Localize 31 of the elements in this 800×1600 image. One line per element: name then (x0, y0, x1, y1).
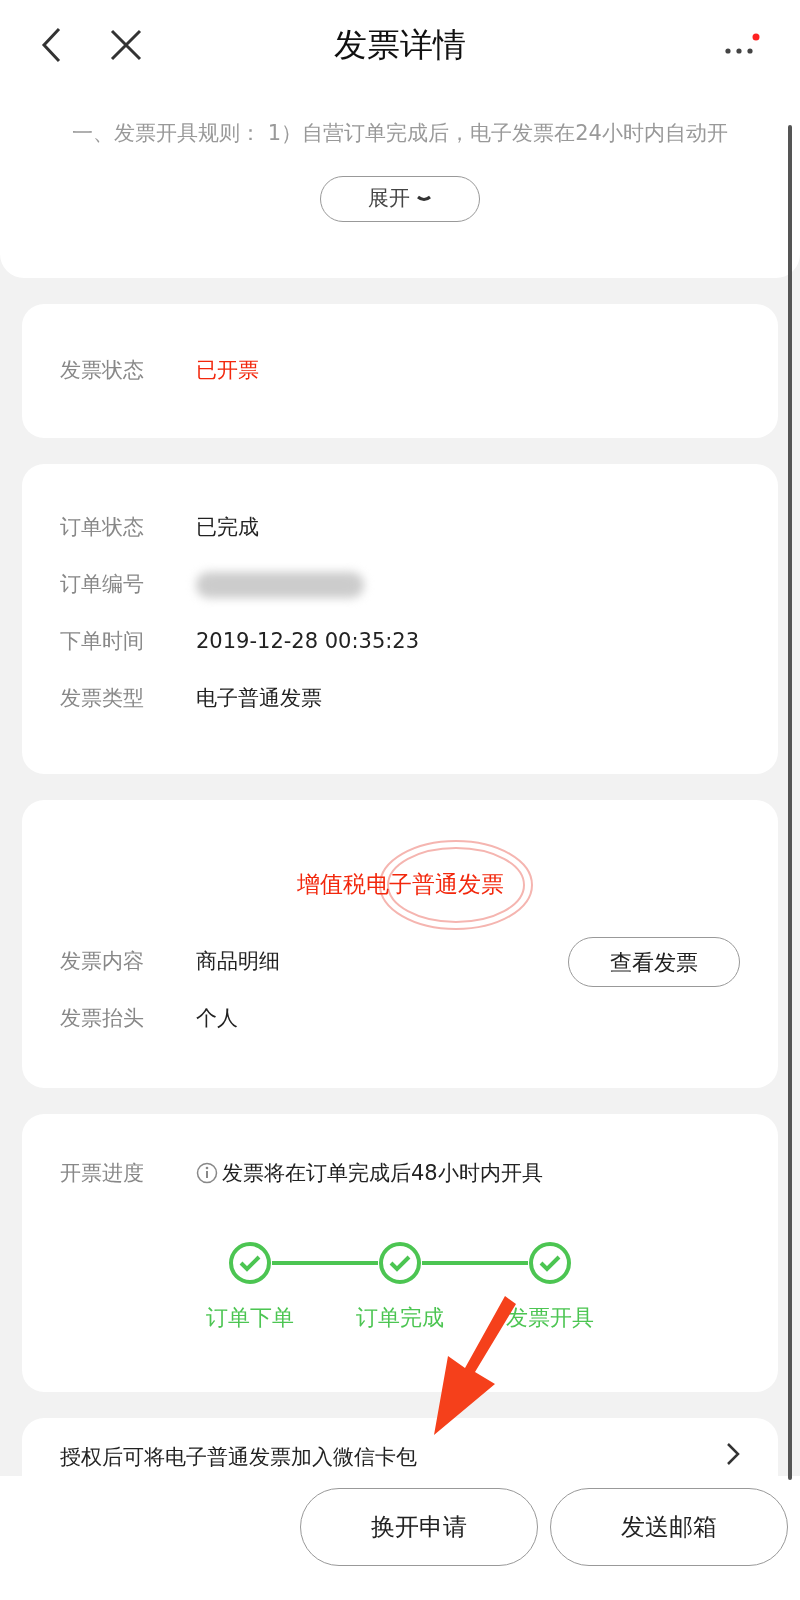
field-value: 2019-12-28 00:35:23 (196, 628, 420, 656)
action-button[interactable]: 换开申请 (300, 1488, 538, 1566)
field-value: 个人 (196, 1005, 238, 1033)
close-icon[interactable] (110, 29, 142, 61)
chevron-down-icon (416, 193, 433, 204)
step-label: 订单完成 (356, 1304, 444, 1332)
wallet-text: 授权后可将电子普通发票加入微信卡包 (60, 1444, 417, 1471)
invoice-type-title: 增值税电子普通发票 (296, 870, 504, 900)
field-value: 电子普通发票 (196, 685, 322, 713)
view-invoice-button[interactable]: 查看发票 (568, 937, 740, 987)
step-label: 订单下单 (206, 1304, 294, 1332)
info-icon (196, 1162, 218, 1185)
field-label: 发票状态 (60, 356, 145, 384)
more-icon[interactable] (724, 33, 760, 57)
progress-note: 发票将在订单完成后48小时内开具 (222, 1159, 543, 1187)
field-label: 开票进度 (60, 1159, 145, 1187)
rules-text: 一、发票开具规则： 1）自营订单完成后，电子发票在24小时内自动开 (71, 120, 729, 147)
action-button[interactable]: 发送邮箱 (550, 1488, 788, 1566)
field-label: 订单状态 (60, 514, 145, 542)
field-label: 发票抬头 (60, 1005, 145, 1033)
field-value: 商品明细 (196, 948, 280, 976)
chevron-right-icon[interactable] (726, 1442, 740, 1466)
field-label: 订单编号 (60, 571, 145, 599)
field-label: 下单时间 (60, 628, 145, 656)
page-title: 发票详情 (334, 24, 466, 67)
expand-button[interactable]: 展开 (320, 175, 480, 222)
field-value: 已完成 (196, 514, 259, 542)
field-label: 发票内容 (60, 948, 145, 976)
status-value: 已开票 (196, 356, 259, 384)
back-icon[interactable] (40, 27, 62, 63)
field-label: 发票类型 (60, 685, 145, 713)
